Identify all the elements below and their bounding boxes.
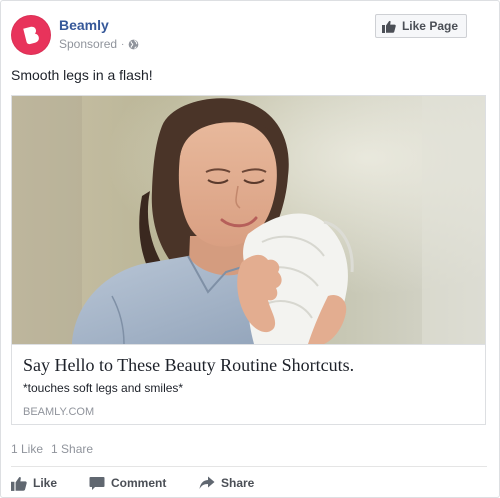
comment-label: Comment — [111, 476, 167, 490]
link-preview-body[interactable]: Say Hello to These Beauty Routine Shortc… — [12, 344, 485, 424]
beamly-logo-icon — [23, 26, 39, 45]
woman-with-towel-photo — [12, 96, 485, 344]
page-avatar[interactable] — [11, 15, 51, 55]
link-title[interactable]: Say Hello to These Beauty Routine Shortc… — [23, 355, 354, 376]
comment-button[interactable]: Comment — [89, 473, 166, 493]
like-button[interactable]: Like — [11, 473, 57, 493]
action-divider — [11, 466, 487, 467]
share-label: Share — [221, 476, 255, 490]
post-header: Beamly Sponsored · Like Page — [11, 14, 489, 57]
sponsored-post-card: Beamly Sponsored · Like Page Smooth legs… — [0, 0, 500, 498]
share-arrow-icon — [199, 476, 215, 489]
comment-bubble-icon — [89, 476, 105, 490]
post-text: Smooth legs in a flash! — [11, 67, 153, 83]
like-label: Like — [33, 476, 58, 490]
globe-icon[interactable] — [128, 39, 139, 50]
thumbs-up-icon — [11, 476, 27, 491]
like-count[interactable]: 1 Like — [11, 442, 43, 456]
post-meta: Sponsored · — [59, 37, 139, 51]
page-name-link[interactable]: Beamly — [59, 17, 109, 33]
like-page-button[interactable]: Like Page — [374, 14, 467, 38]
share-count[interactable]: 1 Share — [51, 442, 93, 456]
thumbs-up-icon — [381, 20, 396, 33]
meta-separator: · — [121, 38, 125, 50]
link-description: *touches soft legs and smiles* — [23, 381, 184, 395]
link-domain: BEAMLY.COM — [23, 406, 95, 418]
engagement-counts: 1 Like 1 Share — [11, 442, 93, 456]
link-preview-image[interactable] — [12, 96, 485, 344]
share-button[interactable]: Share — [199, 473, 254, 493]
like-page-label: Like Page — [401, 19, 458, 33]
link-preview[interactable]: Say Hello to These Beauty Routine Shortc… — [11, 95, 486, 425]
post-actions: Like Comment Share — [11, 473, 487, 493]
sponsored-label[interactable]: Sponsored — [59, 37, 117, 51]
